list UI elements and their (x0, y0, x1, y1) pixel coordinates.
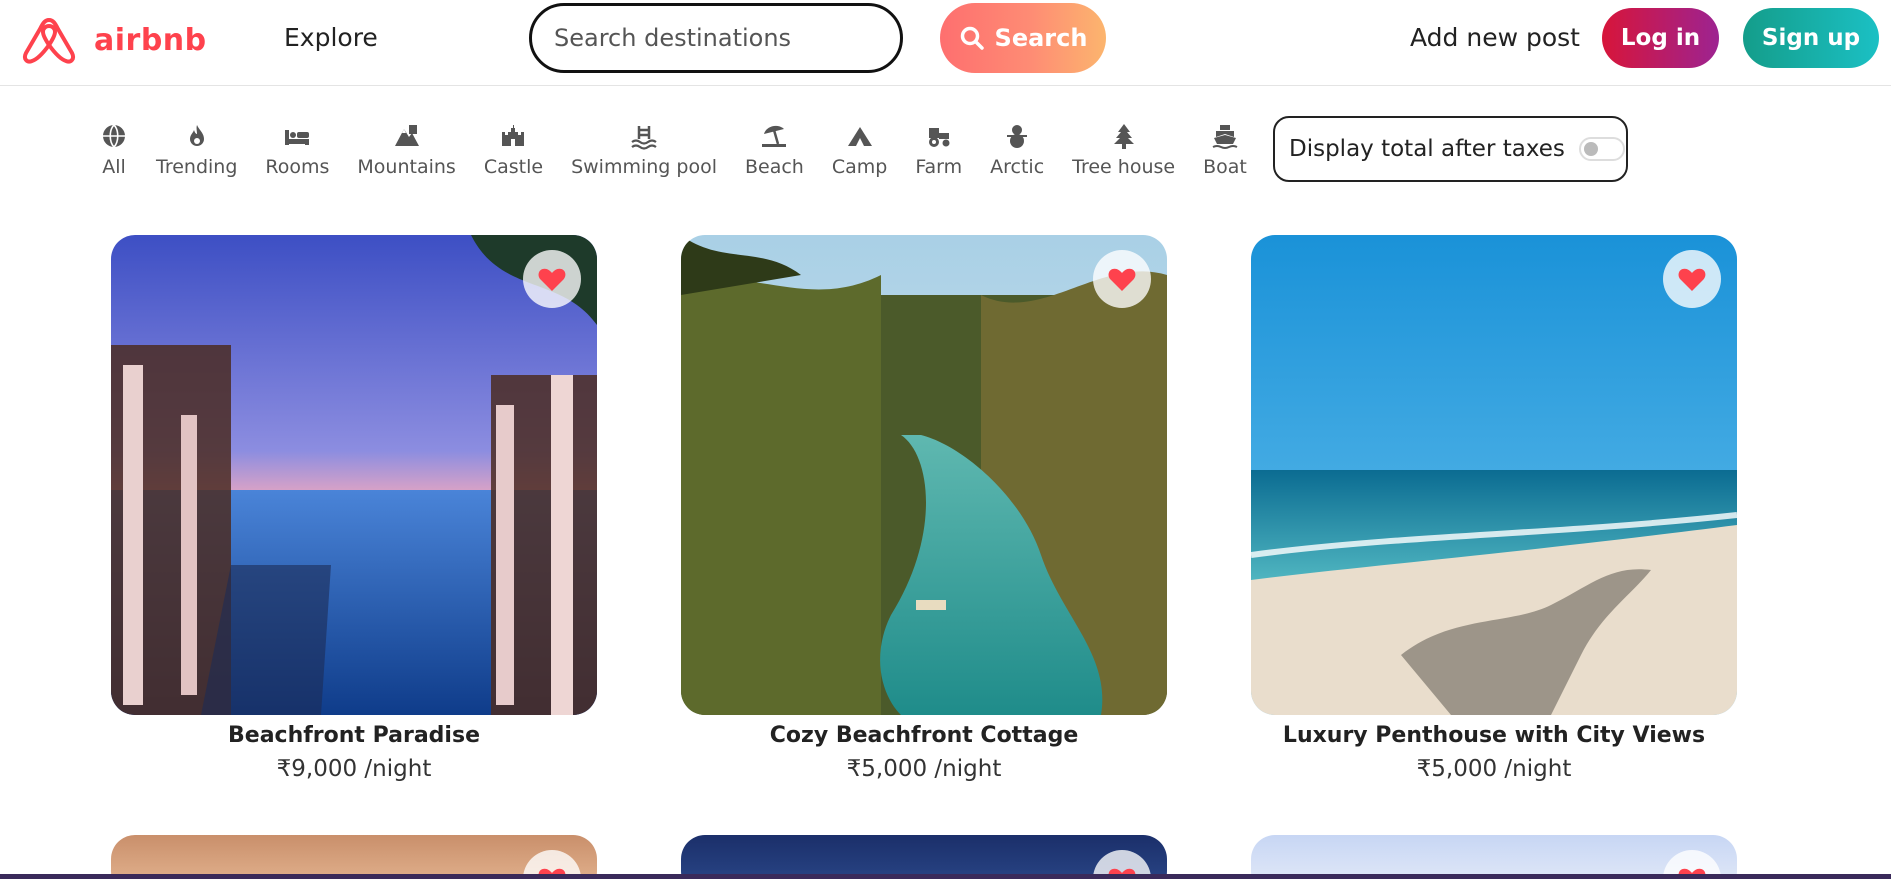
tree-icon (1113, 124, 1134, 149)
snowman-icon (1007, 125, 1028, 148)
filter-label: Tree house (1072, 156, 1176, 178)
heart-icon (1678, 268, 1706, 291)
brand-name: airbnb (94, 22, 207, 58)
filter-rooms[interactable]: Rooms (265, 122, 329, 178)
globe-icon (103, 124, 125, 149)
fire-icon (189, 125, 204, 146)
search-button-label: Search (994, 24, 1088, 52)
tractor-icon (928, 128, 950, 147)
tax-toggle[interactable]: Display total after taxes (1273, 116, 1628, 182)
listing-card[interactable]: Cozy Beachfront Cottage ₹5,000 /night (681, 235, 1167, 782)
top-navbar: airbnb Explore Search Add new post Log i… (0, 0, 1891, 86)
filter-label: Beach (744, 156, 804, 178)
filter-label: Trending (156, 156, 238, 178)
filter-mountains[interactable]: Mountains (357, 122, 456, 178)
filter-tree-house[interactable]: Tree house (1072, 122, 1175, 178)
beach-image (1251, 235, 1737, 715)
bed-icon (285, 130, 310, 145)
category-filters: All Trending Rooms Mountains Castle Swim… (100, 122, 1275, 178)
listing-title[interactable]: Cozy Beachfront Cottage (681, 723, 1167, 748)
listing-title[interactable]: Beachfront Paradise (111, 723, 597, 748)
listing-title[interactable]: Luxury Penthouse with City Views (1251, 723, 1737, 748)
filter-label: Rooms (265, 156, 330, 178)
filter-trending[interactable]: Trending (156, 122, 237, 178)
listing-price: ₹5,000 /night (1416, 756, 1572, 782)
heart-icon (1108, 268, 1136, 291)
filter-arctic[interactable]: Arctic (990, 122, 1044, 178)
filter-castle[interactable]: Castle (484, 122, 543, 178)
listing-price: ₹5,000 /night (846, 756, 1002, 782)
castle-icon (502, 125, 525, 146)
add-new-post-link[interactable]: Add new post (1410, 23, 1580, 52)
listing-card-partial[interactable] (111, 835, 597, 879)
filter-all[interactable]: All (100, 122, 128, 178)
filter-label: Arctic (990, 156, 1045, 178)
listing-card-partial[interactable] (1251, 835, 1737, 879)
wishlist-button[interactable] (1093, 250, 1151, 308)
palm-river-image (681, 235, 1167, 715)
filter-label: All (102, 156, 126, 178)
filter-label: Swimming pool (571, 156, 717, 178)
airbnb-logo[interactable]: airbnb (16, 16, 207, 64)
airbnb-logo-icon (22, 18, 76, 64)
wishlist-button[interactable] (523, 250, 581, 308)
mountain-icon (394, 125, 419, 146)
filter-label: Boat (1203, 156, 1247, 178)
listing-card[interactable]: Luxury Penthouse with City Views ₹5,000 … (1251, 235, 1737, 782)
signup-button[interactable]: Sign up (1743, 8, 1879, 68)
listing-image[interactable] (1251, 235, 1737, 715)
filter-beach[interactable]: Beach (745, 122, 804, 178)
filter-label: Farm (915, 156, 963, 178)
filter-camp[interactable]: Camp (832, 122, 887, 178)
wishlist-button[interactable] (1663, 250, 1721, 308)
window-bottom-edge (0, 874, 1891, 879)
listing-card[interactable]: Beachfront Paradise ₹9,000 /night (111, 235, 597, 782)
ship-icon (1212, 125, 1238, 149)
listing-card-partial[interactable] (681, 835, 1167, 879)
filter-label: Mountains (357, 156, 456, 178)
filter-label: Camp (831, 156, 888, 178)
resort-pool-image (111, 235, 597, 715)
pool-icon (631, 126, 657, 150)
search-icon (960, 26, 984, 50)
explore-link[interactable]: Explore (284, 23, 378, 52)
listing-image[interactable] (111, 235, 597, 715)
filter-farm[interactable]: Farm (915, 122, 962, 178)
umbrella-beach-icon (762, 125, 787, 147)
filter-boat[interactable]: Boat (1203, 122, 1247, 178)
filter-label: Castle (483, 156, 544, 178)
tax-toggle-switch[interactable] (1578, 137, 1625, 161)
heart-icon (538, 268, 566, 291)
filter-swimming-pool[interactable]: Swimming pool (571, 122, 717, 178)
campground-icon (847, 127, 872, 146)
listing-image[interactable] (681, 235, 1167, 715)
login-button[interactable]: Log in (1602, 8, 1719, 68)
search-button[interactable]: Search (940, 3, 1106, 73)
search-input[interactable] (529, 3, 903, 73)
listing-price: ₹9,000 /night (276, 756, 432, 782)
tax-toggle-label: Display total after taxes (1289, 136, 1565, 162)
